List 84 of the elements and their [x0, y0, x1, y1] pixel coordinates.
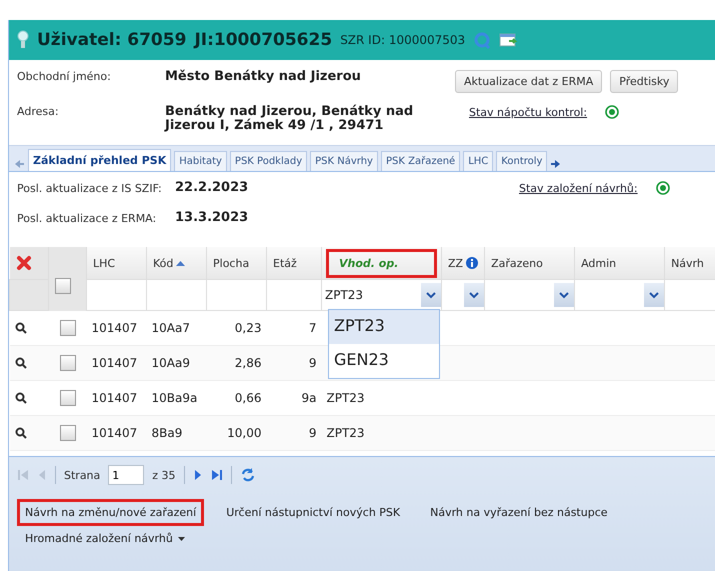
toolbar-button[interactable]: Předtisky — [610, 70, 678, 93]
next-page-icon[interactable] — [192, 468, 203, 482]
tab[interactable]: Habitaty — [174, 151, 227, 171]
row-checkbox[interactable] — [60, 355, 76, 371]
page-input[interactable]: 1 — [108, 465, 144, 485]
table-cell: 10Aa7 — [152, 321, 190, 335]
table-cell: 2,86 — [234, 356, 262, 370]
chevron-down-icon — [469, 292, 480, 298]
chevron-down-icon — [649, 292, 660, 298]
table-cell: 101407 — [92, 356, 138, 370]
update-date: 13.3.2023 — [175, 211, 250, 225]
tab[interactable]: Kontroly — [496, 151, 548, 171]
scroll-left-icon[interactable] — [13, 157, 25, 171]
table-cell: 101407 — [92, 426, 138, 440]
filter-dropdown[interactable] — [464, 283, 484, 307]
search-icon[interactable] — [14, 322, 26, 334]
page-label: Strana — [64, 468, 100, 482]
szr-id: SZR ID: 1000007503 — [340, 33, 466, 47]
column-header[interactable]: ZZ — [448, 256, 464, 270]
field-value: Benátky nad Jizerou, Benátky nad Jizerou I, Zámek 49 /1 , 29471 — [165, 105, 414, 133]
filter-dropdown[interactable] — [644, 283, 664, 307]
table-cell: 0,23 — [234, 321, 262, 335]
table-cell: 101407 — [92, 321, 138, 335]
update-label: Posl. aktualizace z IS SZIF: — [17, 182, 163, 194]
table-cell: 101407 — [92, 391, 138, 405]
table-cell: 8Ba9 — [152, 426, 182, 440]
ji-number: JI:1000705625 — [194, 30, 332, 50]
bulk-menu-button[interactable]: Hromadné založení návrhů — [17, 526, 193, 551]
row-checkbox[interactable] — [60, 390, 76, 406]
update-label: Posl. aktualizace z ERMA: — [17, 212, 158, 224]
column-header[interactable]: Admin — [581, 256, 616, 270]
update-date: 22.2.2023 — [175, 181, 250, 195]
filter-dropdown[interactable] — [554, 283, 574, 307]
lightbulb-icon — [17, 30, 29, 50]
table-cell: ZPT23 — [326, 426, 365, 440]
table-cell: ZPT23 — [326, 391, 365, 405]
search-icon[interactable] — [14, 427, 26, 439]
row-checkbox[interactable] — [60, 425, 76, 441]
tab[interactable]: Základní přehled PSK — [28, 149, 172, 171]
search-icon[interactable] — [14, 392, 26, 404]
tab[interactable]: LHC — [463, 151, 494, 171]
dropdown-option[interactable]: ZPT23 — [329, 310, 439, 344]
filter-dropdown[interactable] — [421, 283, 441, 307]
action-button[interactable]: Určení nástupnictví nových PSK — [218, 499, 408, 526]
caret-icon — [178, 536, 185, 540]
table-cell: 9 — [308, 426, 316, 440]
tab[interactable]: PSK Zařazené — [380, 151, 460, 171]
status-link[interactable]: Stav nápočtu kontrol: — [469, 106, 588, 118]
last-page-icon[interactable] — [210, 468, 223, 482]
table-cell: 9a — [302, 391, 316, 405]
delete-icon[interactable] — [16, 255, 32, 271]
table-cell: 7 — [308, 321, 316, 335]
chevron-down-icon — [426, 292, 436, 298]
status-link[interactable]: Stav založení návrhů: — [519, 182, 638, 194]
chevron-down-icon — [559, 292, 570, 298]
field-label: Obchodní jméno: — [17, 70, 112, 83]
page-total: z 35 — [152, 468, 176, 482]
action-button[interactable]: Návrh na změnu/nové zařazení — [17, 499, 204, 526]
status-ok-icon — [656, 181, 670, 195]
export-icon[interactable] — [499, 32, 520, 48]
tab[interactable]: PSK Podklady — [230, 151, 308, 171]
status-ok-icon — [605, 105, 620, 119]
action-button[interactable]: Návrh na vyřazení bez nástupce — [422, 499, 616, 526]
column-header[interactable]: Etáž — [273, 256, 297, 270]
select-all-checkbox[interactable] — [55, 278, 71, 294]
dropdown-option[interactable]: GEN23 — [329, 344, 439, 378]
scroll-right-icon[interactable] — [550, 157, 562, 171]
column-header[interactable]: Kód — [153, 256, 174, 270]
table-cell: 10,00 — [227, 426, 262, 440]
toolbar-button[interactable]: Aktualizace dat z ERMA — [455, 70, 602, 93]
row-checkbox[interactable] — [60, 320, 76, 336]
filter-value: ZPT23 — [325, 288, 364, 302]
table-cell: 10Ba9a — [152, 391, 198, 405]
table-cell: 0,66 — [234, 391, 262, 405]
table-cell: 10Aa9 — [152, 356, 190, 370]
field-value: Město Benátky nad Jizerou — [165, 70, 362, 84]
search-icon[interactable] — [14, 357, 26, 369]
info-icon[interactable] — [466, 257, 478, 269]
tab[interactable]: PSK Návrhy — [310, 151, 378, 171]
column-header[interactable]: Vhod. op. — [326, 248, 437, 278]
column-header[interactable]: LHC — [93, 256, 116, 270]
user-id: Uživatel: 67059 — [37, 30, 186, 50]
table-cell: 9 — [308, 356, 316, 370]
field-label: Adresa: — [17, 105, 60, 118]
